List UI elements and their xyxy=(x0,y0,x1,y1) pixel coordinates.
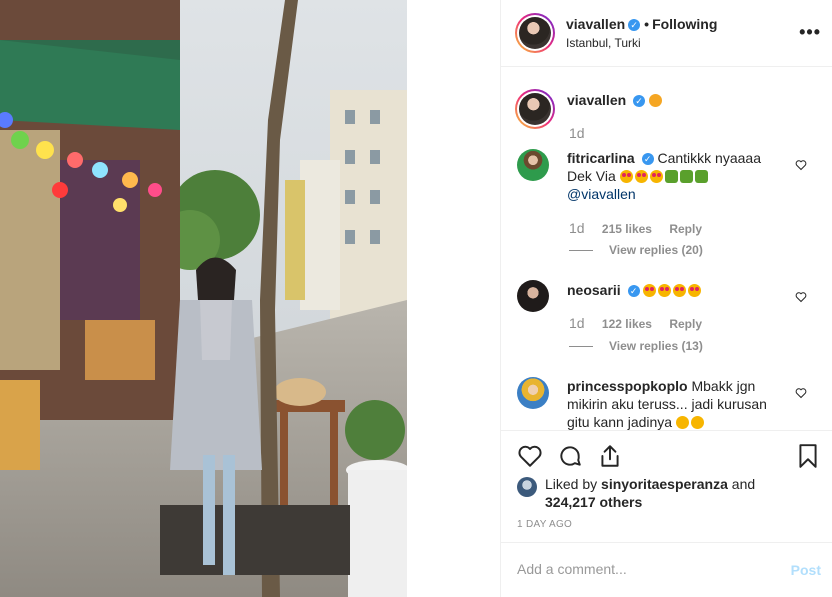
post-timestamp[interactable]: 1 DAY AGO xyxy=(517,519,572,530)
heart-eyes-emoji-icon xyxy=(673,284,687,297)
comment-meta: 1d 215 likes Reply xyxy=(569,220,716,236)
author-username[interactable]: viavallen xyxy=(566,16,625,32)
comment-likes[interactable]: 215 likes xyxy=(602,222,652,236)
comment-body-line1: Mbakk jgn xyxy=(691,378,756,394)
comment-username[interactable]: neosarii xyxy=(567,282,621,298)
comment-likes[interactable]: 122 likes xyxy=(602,317,652,331)
like-comment-heart-icon[interactable] xyxy=(795,291,807,303)
comment-avatar[interactable] xyxy=(517,377,549,409)
bouquet-emoji-icon xyxy=(664,170,678,183)
comment-time: 1d xyxy=(569,220,585,236)
comment-body-line3: gitu kann jadinya xyxy=(567,414,673,430)
heart-eyes-emoji-icon xyxy=(688,284,702,297)
view-replies-button[interactable]: View replies (20) xyxy=(569,243,703,257)
view-replies-button[interactable]: View replies (13) xyxy=(569,339,703,353)
bouquet-emoji-icon xyxy=(694,170,708,183)
comment-body-line2: mikirin aku teruss... jadi kurusan xyxy=(567,396,767,412)
share-icon[interactable] xyxy=(597,443,623,469)
verified-badge-icon: ✓ xyxy=(633,95,646,107)
post-actions: Liked by sinyoritaesperanza and 324,217 … xyxy=(501,430,832,597)
post-location[interactable]: Istanbul, Turki xyxy=(566,36,641,50)
verified-badge-icon: ✓ xyxy=(627,285,640,297)
liked-by-prefix: Liked by xyxy=(545,476,598,492)
comment-username[interactable]: fitricarlina xyxy=(567,150,635,166)
verified-badge-icon: ✓ xyxy=(628,19,641,31)
heart-eyes-emoji-icon xyxy=(643,284,657,297)
view-replies-label: View replies (20) xyxy=(609,243,703,257)
comment-text: princesspopkoplo Mbakk jgn mikirin aku t… xyxy=(567,377,792,430)
comment-mention[interactable]: @viavallen xyxy=(567,186,636,202)
comment-username[interactable]: princesspopkoplo xyxy=(567,378,688,394)
liked-by-user[interactable]: sinyoritaesperanza xyxy=(601,476,728,492)
post-photo[interactable] xyxy=(0,0,407,597)
heart-eyes-emoji-icon xyxy=(634,170,648,183)
comment-bubble-icon[interactable] xyxy=(557,443,583,469)
post-image xyxy=(0,0,407,597)
like-comment-heart-icon[interactable] xyxy=(795,387,807,399)
comment-time: 1d xyxy=(569,315,585,331)
comment-text: neosarii ✓ xyxy=(567,281,782,299)
comment-avatar[interactable] xyxy=(517,149,549,181)
heart-eyes-emoji-icon xyxy=(619,170,633,183)
comment-text: fitricarlina ✓ Cantikkk nyaaaa Dek Via @… xyxy=(567,149,782,203)
heart-eyes-emoji-icon xyxy=(649,170,663,183)
comment-input[interactable] xyxy=(517,561,767,577)
header-username-row: viavallen ✓ • Following xyxy=(566,16,717,32)
post-header: viavallen ✓ • Following Istanbul, Turki ••• xyxy=(501,0,832,67)
comment-avatar[interactable] xyxy=(517,280,549,312)
separator-dot: • xyxy=(644,16,650,32)
caption-text: viavallen ✓ xyxy=(567,91,664,109)
caption-author-avatar[interactable] xyxy=(515,89,555,129)
reply-button[interactable]: Reply xyxy=(669,317,702,331)
author-avatar[interactable] xyxy=(515,13,555,53)
liked-by-others[interactable]: 324,217 others xyxy=(545,494,642,510)
verified-badge-icon: ✓ xyxy=(641,153,654,165)
liked-by-text: Liked by sinyoritaesperanza and 324,217 … xyxy=(545,475,755,511)
bouquet-emoji-icon xyxy=(679,170,693,183)
post-comment-button[interactable]: Post xyxy=(791,562,821,578)
heart-eyes-emoji-icon xyxy=(658,284,672,297)
comment-meta: 1d 122 likes Reply xyxy=(569,315,716,331)
like-comment-heart-icon[interactable] xyxy=(795,159,807,171)
liker-avatar[interactable] xyxy=(517,477,537,497)
view-replies-label: View replies (13) xyxy=(609,339,703,353)
grimace-emoji-icon xyxy=(675,416,689,429)
comments-list[interactable]: viavallen ✓ 1d fitricarlina ✓ Cantikkk n… xyxy=(501,67,832,430)
add-comment-bar: Post xyxy=(501,542,832,597)
more-horizontal-icon[interactable]: ••• xyxy=(799,22,821,43)
reply-button[interactable]: Reply xyxy=(669,222,702,236)
bookmark-icon[interactable] xyxy=(795,443,821,469)
follow-status-button[interactable]: Following xyxy=(652,16,717,32)
caption-username[interactable]: viavallen xyxy=(567,92,626,108)
grimace-emoji-icon xyxy=(690,416,704,429)
sunflower-emoji-icon xyxy=(648,94,662,107)
post-sidebar: viavallen ✓ • Following Istanbul, Turki •••… xyxy=(500,0,832,597)
caption-time: 1d xyxy=(569,125,585,141)
liked-by-conj: and xyxy=(731,476,756,492)
like-heart-icon[interactable] xyxy=(517,443,543,469)
